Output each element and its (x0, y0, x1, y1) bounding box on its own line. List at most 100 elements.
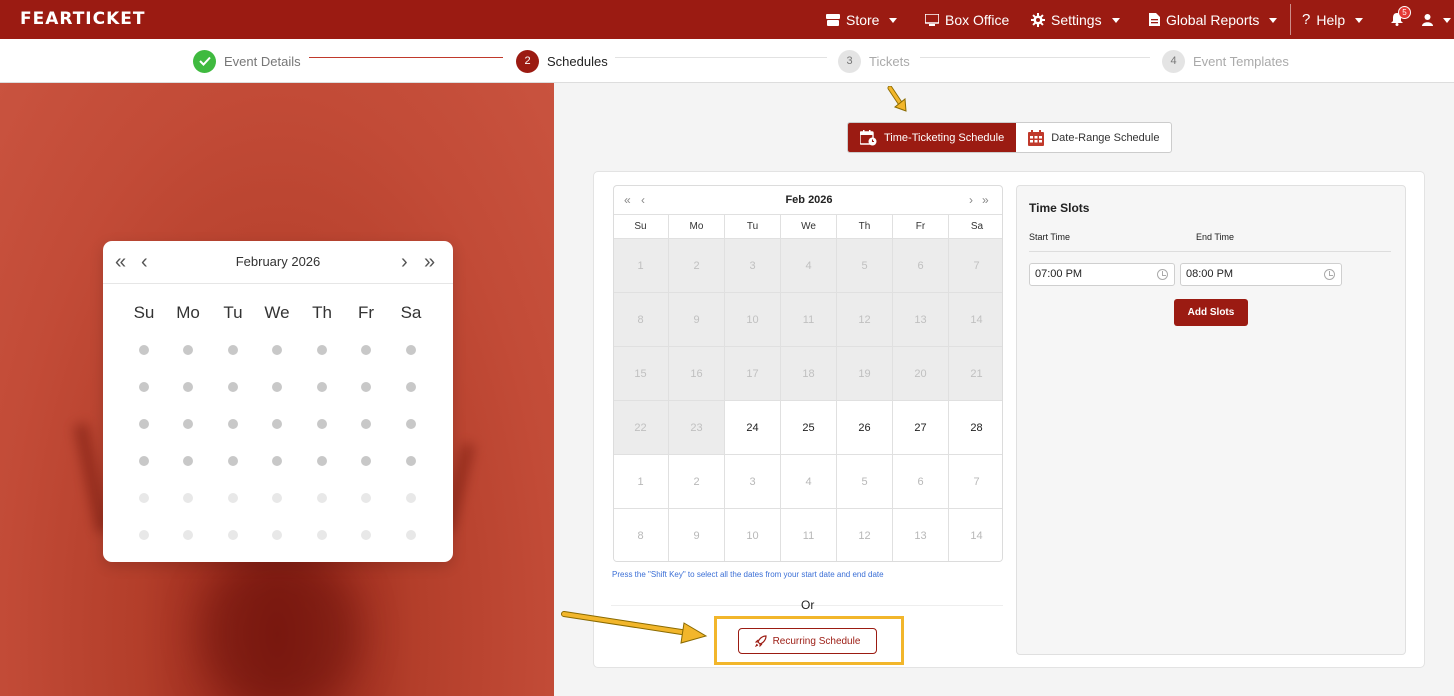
calendar-day-cell[interactable]: 26 (837, 401, 893, 455)
hero-date-dot (317, 456, 327, 466)
calendar-icon (1028, 129, 1045, 146)
gear-icon (1031, 12, 1045, 27)
time-ticketing-schedule-tab[interactable]: Time-Ticketing Schedule (848, 123, 1017, 152)
app-logo[interactable]: FEARTICKET (20, 9, 146, 29)
weekday-header: Mo (669, 215, 725, 239)
calendar-day-cell: 11 (781, 293, 837, 347)
hero-date-dot (406, 530, 416, 540)
weekday-header: We (781, 215, 837, 239)
time-slots-panel: Time Slots Start Time End Time 07:00 PM … (1016, 185, 1406, 655)
shift-key-hint: Press the "Shift Key" to select all the … (612, 570, 884, 579)
calendar-day-cell: 19 (837, 347, 893, 401)
end-time-input[interactable]: 08:00 PM (1180, 263, 1342, 286)
hero-date-dot (139, 493, 149, 503)
calendar-day-cell[interactable]: 4 (781, 455, 837, 509)
step-label: Schedules (547, 53, 608, 69)
nav-box-office[interactable]: Box Office (925, 0, 1009, 39)
calendar-day-cell[interactable]: 25 (781, 401, 837, 455)
monitor-icon (925, 13, 939, 26)
nav-store[interactable]: Store (826, 0, 898, 39)
hero-date-dot (406, 493, 416, 503)
chevron-down-icon (1111, 18, 1120, 23)
step-event-details[interactable]: Event Details (193, 39, 301, 83)
calendar-day-cell[interactable]: 10 (725, 509, 781, 561)
chevron-down-icon (889, 18, 898, 23)
end-time-value: 08:00 PM (1186, 268, 1234, 280)
calendar-day-cell[interactable]: 5 (837, 455, 893, 509)
start-time-input[interactable]: 07:00 PM (1029, 263, 1175, 286)
wizard-stepper: Event Details 2 Schedules 3 Tickets 4 Ev… (0, 39, 1454, 83)
weekday-header: Fr (893, 215, 949, 239)
step-schedules[interactable]: 2 Schedules (516, 39, 608, 83)
add-slots-button[interactable]: Add Slots (1174, 299, 1248, 326)
calendar-day-cell: 4 (781, 239, 837, 293)
calendar-header: « ‹ Feb 2026 › » (614, 186, 1002, 215)
clock-icon (1324, 269, 1335, 280)
calendar-day-cell: 5 (837, 239, 893, 293)
hero-date-dot (139, 530, 149, 540)
calendar-day-cell[interactable]: 13 (893, 509, 949, 561)
nav-store-label: Store (846, 11, 880, 28)
hero-weekday-label: We (264, 303, 290, 322)
recurring-schedule-button[interactable]: Recurring Schedule (738, 628, 877, 654)
hero-date-dot (361, 382, 371, 392)
hero-weekday-label: Mo (176, 303, 200, 322)
calendar-day-cell: 23 (669, 401, 725, 455)
nav-user-menu[interactable] (1422, 0, 1451, 39)
hero-date-dot (361, 493, 371, 503)
hero-date-dot (272, 419, 282, 429)
calendar-day-cell[interactable]: 27 (893, 401, 949, 455)
hero-date-dot (361, 530, 371, 540)
hero-weekday-label: Sa (400, 303, 422, 322)
calendar-day-cell: 20 (893, 347, 949, 401)
calendar-day-cell: 2 (669, 239, 725, 293)
hero-date-dot (228, 345, 238, 355)
store-icon (826, 13, 840, 26)
calendar-day-cell[interactable]: 7 (949, 455, 1002, 509)
calendar-day-cell[interactable]: 6 (893, 455, 949, 509)
file-icon (1149, 13, 1160, 26)
calendar-day-cell[interactable]: 24 (725, 401, 781, 455)
step-number: 2 (516, 49, 539, 73)
calendar-clock-icon (860, 129, 877, 145)
divider (1029, 251, 1391, 252)
check-icon (193, 49, 216, 73)
hero-date-dot (183, 419, 193, 429)
nav-settings[interactable]: Settings (1031, 0, 1120, 39)
nav-global-reports[interactable]: Global Reports (1149, 0, 1278, 39)
step-event-templates[interactable]: 4 Event Templates (1162, 39, 1289, 83)
calendar-day-cell[interactable]: 14 (949, 509, 1002, 561)
calendar-day-cell[interactable]: 9 (669, 509, 725, 561)
step-tickets[interactable]: 3 Tickets (838, 39, 910, 83)
calendar-day-cell: 12 (837, 293, 893, 347)
question-icon: ? (1302, 11, 1311, 28)
double-chevron-right-icon[interactable]: » (982, 193, 989, 207)
step-connector (920, 57, 1150, 58)
start-time-value: 07:00 PM (1035, 268, 1083, 280)
hero-weekday-label: Th (312, 303, 332, 322)
calendar-day-cell[interactable]: 8 (614, 509, 669, 561)
calendar-day-cell[interactable]: 12 (837, 509, 893, 561)
calendar-day-cell: 18 (781, 347, 837, 401)
hero-date-dot (183, 493, 193, 503)
nav-box-office-label: Box Office (945, 11, 1010, 28)
calendar-day-cell[interactable]: 1 (614, 455, 669, 509)
hero-date-dot (228, 419, 238, 429)
date-range-schedule-tab[interactable]: Date-Range Schedule (1016, 123, 1171, 152)
chevron-right-icon[interactable]: › (969, 193, 973, 207)
calendar-day-cell[interactable]: 28 (949, 401, 1002, 455)
hero-date-dot (139, 345, 149, 355)
nav-help[interactable]: ? Help (1302, 0, 1364, 39)
hero-weekday-label: Su (133, 303, 155, 322)
calendar-day-cell[interactable]: 2 (669, 455, 725, 509)
hero-date-dot (361, 419, 371, 429)
nav-divider (1290, 4, 1291, 35)
hero-date-dot (272, 345, 282, 355)
calendar-day-cell[interactable]: 11 (781, 509, 837, 561)
nav-help-label: Help (1316, 11, 1346, 28)
pointer-arrow-icon (887, 86, 907, 112)
calendar-month-title: Feb 2026 (785, 194, 833, 206)
chevron-right-icon: › (401, 251, 408, 273)
hero-date-dot (139, 419, 149, 429)
calendar-day-cell[interactable]: 3 (725, 455, 781, 509)
